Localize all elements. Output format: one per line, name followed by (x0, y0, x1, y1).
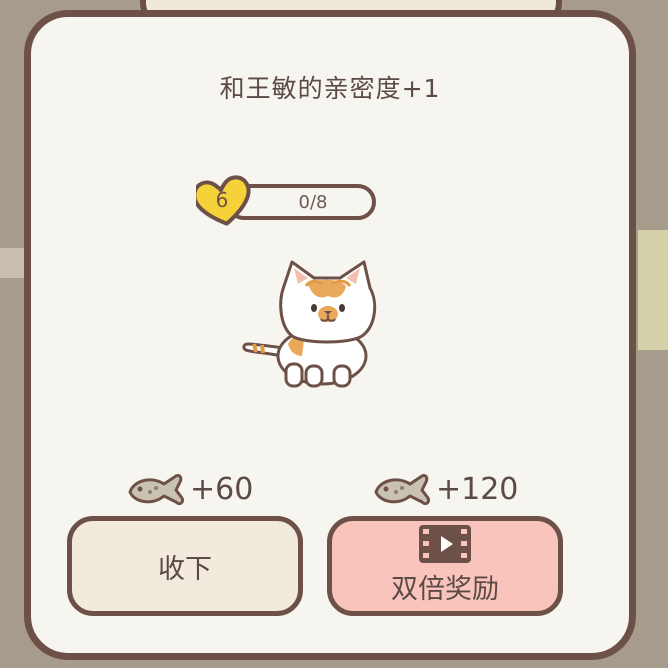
cat-character (242, 260, 377, 388)
fish-icon (374, 474, 430, 506)
reward-normal: +60 (124, 466, 294, 516)
dialog-title: 和王敏的亲密度+1 (219, 74, 441, 103)
reward-amount: +60 (190, 472, 254, 507)
affinity-meter: 0/8 6 (196, 174, 416, 230)
background-panel-right (638, 230, 668, 350)
fish-icon (128, 474, 184, 506)
video-play-icon (419, 524, 471, 563)
reward-double: +120 (370, 466, 560, 516)
double-reward-button[interactable]: 双倍奖励 (327, 516, 563, 616)
collect-button-label: 收下 (158, 553, 212, 585)
double-reward-label: 双倍奖励 (391, 573, 499, 605)
reward-amount: +120 (436, 472, 519, 507)
collect-button[interactable]: 收下 (67, 516, 303, 616)
affinity-progress-text: 0/8 (298, 192, 328, 213)
affinity-level: 6 (215, 188, 229, 212)
